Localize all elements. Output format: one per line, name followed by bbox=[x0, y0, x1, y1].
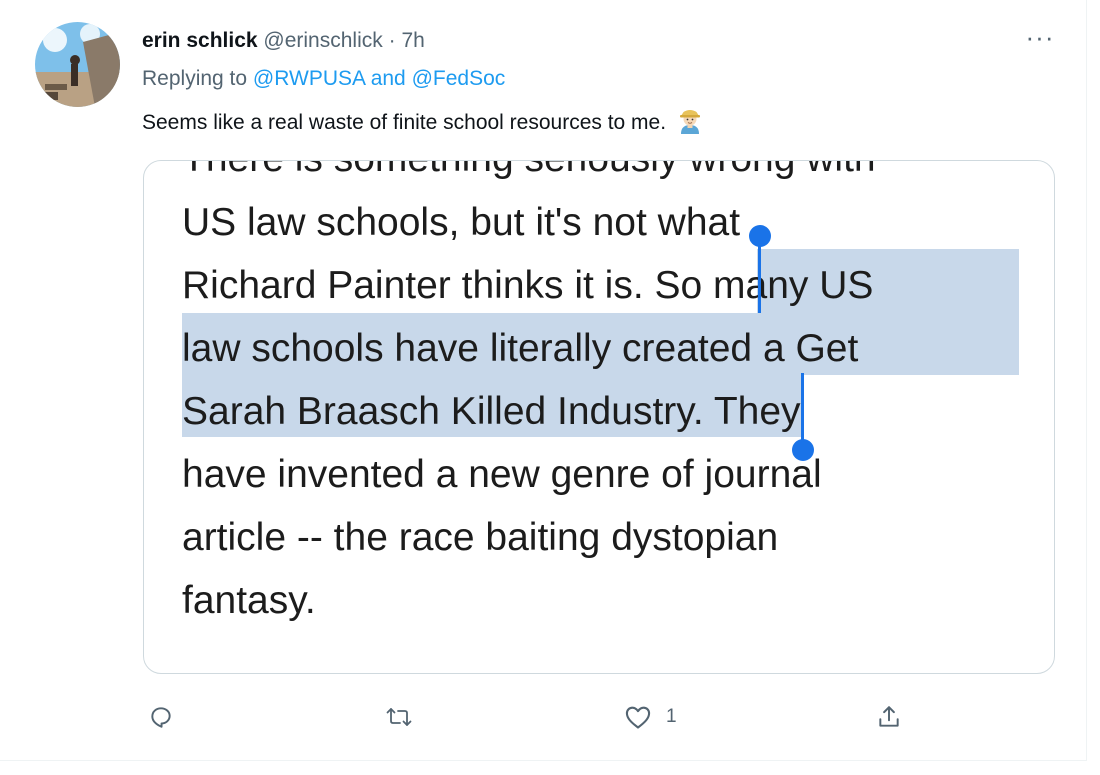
quote-line-selected: Sarah Braasch Killed Industry. bbox=[182, 390, 704, 433]
separator-dot: · bbox=[388, 29, 396, 52]
user-handle[interactable]: @erinschlick bbox=[263, 29, 382, 52]
quote-line: have invented a new genre of journal bbox=[182, 453, 822, 496]
quote-line: US law schools, but it's not what bbox=[182, 201, 741, 244]
quote-line-unselected: Richard Painter thinks it is. bbox=[182, 264, 655, 307]
quote-line: fantasy. bbox=[182, 579, 316, 622]
replying-prefix: Replying to bbox=[142, 67, 248, 90]
share-button[interactable] bbox=[876, 700, 902, 734]
replying-to: Replying to @RWPUSA and @FedSoc bbox=[142, 66, 505, 92]
like-button[interactable]: 1 bbox=[624, 700, 677, 734]
tweet-card[interactable]: erin schlick @erinschlick · 7h ··· Reply… bbox=[0, 0, 1087, 761]
reply-mention-1[interactable]: @RWPUSA bbox=[253, 67, 365, 90]
reply-joiner: and bbox=[370, 67, 406, 90]
tweet-text: Seems like a real waste of finite school… bbox=[142, 108, 702, 141]
reply-mention-2[interactable]: @FedSoc bbox=[412, 67, 506, 90]
quote-line: law schools have literally created a Get bbox=[182, 327, 859, 370]
like-count: 1 bbox=[666, 706, 677, 727]
tweet-actions: 1 bbox=[0, 700, 1086, 734]
man-farmer-emoji-icon bbox=[678, 108, 702, 141]
tweet-media[interactable]: There is something seriously wrong with … bbox=[143, 160, 1055, 674]
selection-start-handle-icon bbox=[749, 225, 771, 247]
share-icon bbox=[876, 704, 902, 730]
tweet-header: erin schlick @erinschlick · 7h bbox=[142, 28, 425, 54]
avatar[interactable] bbox=[35, 22, 120, 107]
more-options-button[interactable]: ··· bbox=[1020, 24, 1060, 56]
quote-line-cut: There is something seriously wrong with bbox=[182, 161, 876, 179]
reply-icon bbox=[148, 704, 174, 730]
like-icon bbox=[624, 704, 652, 730]
quote-line-unselected: They bbox=[703, 390, 801, 433]
selection-end-handle-bar bbox=[801, 373, 804, 445]
quoted-text-screenshot: There is something seriously wrong with … bbox=[144, 161, 1054, 673]
quote-line: Sarah Braasch Killed Industry. They bbox=[182, 390, 801, 434]
quote-line: article -- the race baiting dystopian bbox=[182, 516, 779, 559]
avatar-image bbox=[35, 22, 120, 107]
display-name[interactable]: erin schlick bbox=[142, 29, 258, 52]
tweet-body: Seems like a real waste of finite school… bbox=[142, 111, 667, 134]
retweet-icon bbox=[385, 704, 413, 730]
quote-line-selected: So many US bbox=[654, 264, 874, 307]
more-icon: ··· bbox=[1025, 22, 1055, 52]
retweet-button[interactable] bbox=[385, 700, 413, 734]
quote-line: Richard Painter thinks it is. So many US bbox=[182, 264, 873, 308]
selection-end-handle-icon bbox=[792, 439, 814, 461]
timestamp[interactable]: 7h bbox=[401, 29, 424, 52]
reply-button[interactable] bbox=[148, 700, 174, 734]
